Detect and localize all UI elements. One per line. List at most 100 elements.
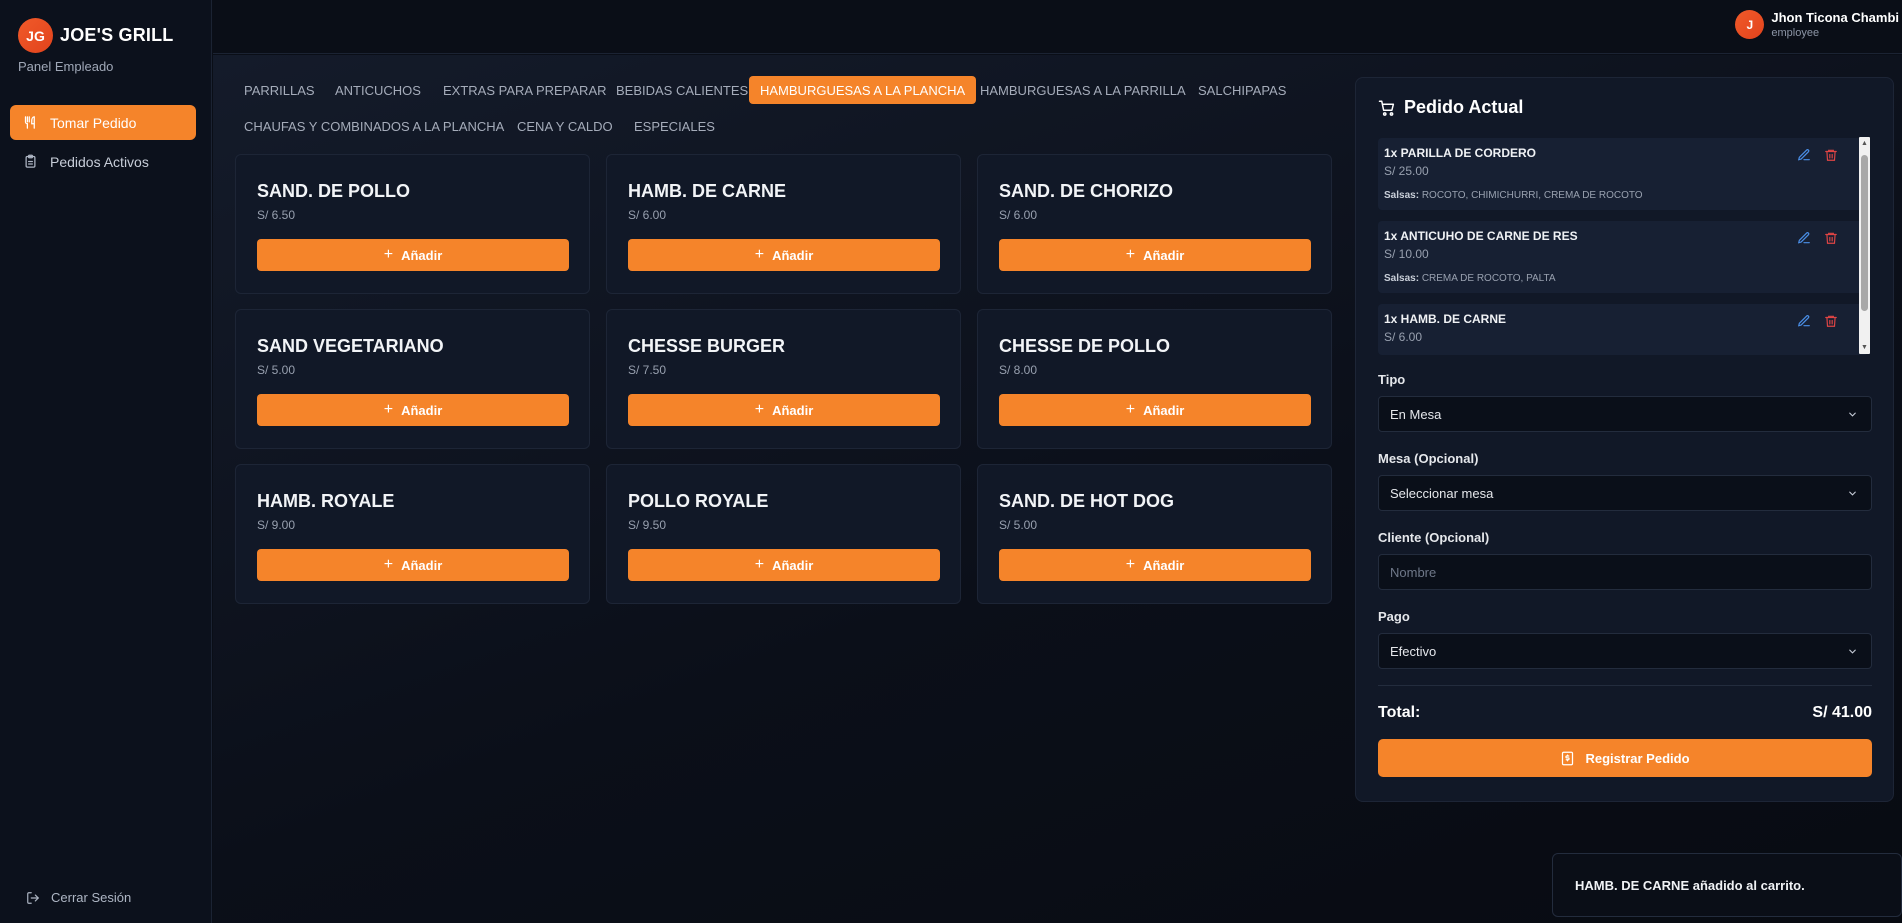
order-item-price: S/ 6.00 bbox=[1384, 330, 1423, 344]
add-button[interactable]: + Añadir bbox=[628, 394, 940, 426]
order-items-scrollbar[interactable]: ▲ ▼ bbox=[1859, 137, 1870, 354]
add-button[interactable]: + Añadir bbox=[999, 394, 1311, 426]
plus-icon: + bbox=[383, 401, 394, 418]
plus-icon: + bbox=[1125, 556, 1136, 573]
toast-message: HAMB. DE CARNE añadido al carrito. bbox=[1575, 877, 1805, 893]
product-name: CHESSE BURGER bbox=[628, 336, 786, 356]
order-title: Pedido Actual bbox=[1378, 97, 1523, 118]
product-name: POLLO ROYALE bbox=[628, 491, 769, 511]
tab-chaufas-y-combinados[interactable]: CHAUFAS Y COMBINADOS A LA PLANCHA bbox=[233, 112, 515, 140]
order-items-list[interactable]: 1x PARILLA DE CORDERO S/ 25.00 Salsas: R… bbox=[1378, 138, 1888, 355]
add-button[interactable]: + Añadir bbox=[999, 239, 1311, 271]
order-item: 1x ANTICUHO DE CARNE DE RES S/ 10.00 Sal… bbox=[1378, 221, 1868, 293]
order-item-sauces: Salsas: ROCOTO, CHIMICHURRI, CREMA DE RO… bbox=[1384, 190, 1643, 201]
product-name: HAMB. ROYALE bbox=[257, 491, 395, 511]
product-name: SAND VEGETARIANO bbox=[257, 336, 444, 356]
add-label: Añadir bbox=[1143, 402, 1185, 418]
trash-icon[interactable] bbox=[1824, 314, 1838, 328]
sauce-label: Salsas: bbox=[1384, 190, 1420, 201]
sidebar-item-pedidos-activos[interactable]: Pedidos Activos bbox=[10, 144, 196, 179]
tab-hamburguesas-a-la-parrilla[interactable]: HAMBURGUESAS A LA PARRILLA bbox=[969, 76, 1197, 104]
product-card: SAND VEGETARIANO S/ 5.00 + Añadir bbox=[235, 309, 590, 449]
cliente-input[interactable]: Nombre bbox=[1378, 554, 1872, 590]
add-button[interactable]: + Añadir bbox=[257, 394, 569, 426]
add-button[interactable]: + Añadir bbox=[999, 549, 1311, 581]
order-item-name: 1x PARILLA DE CORDERO bbox=[1384, 146, 1537, 160]
product-price: S/ 8.00 bbox=[999, 363, 1038, 377]
product-price: S/ 5.00 bbox=[257, 363, 296, 377]
tipo-value: En Mesa bbox=[1390, 406, 1442, 422]
tab-parrillas[interactable]: PARRILLAS bbox=[233, 76, 326, 104]
mesa-select[interactable]: Seleccionar mesa bbox=[1378, 475, 1872, 511]
plus-icon: + bbox=[754, 246, 765, 263]
order-item-sauces: Salsas: CREMA DE ROCOTO, PALTA bbox=[1384, 273, 1556, 284]
logout-label: Cerrar Sesión bbox=[51, 890, 132, 905]
product-price: S/ 6.00 bbox=[628, 208, 667, 222]
scroll-down-arrow[interactable]: ▼ bbox=[1861, 344, 1868, 351]
product-card: SAND. DE POLLO S/ 6.50 + Añadir bbox=[235, 154, 590, 294]
avatar: J bbox=[1735, 10, 1765, 39]
add-label: Añadir bbox=[401, 247, 443, 263]
register-order-button[interactable]: Registrar Pedido bbox=[1378, 739, 1872, 777]
product-price: S/ 9.50 bbox=[628, 518, 667, 532]
sauce-values: CREMA DE ROCOTO, PALTA bbox=[1421, 273, 1556, 284]
chevron-down-icon bbox=[1849, 412, 1856, 417]
order-item-name: 1x ANTICUHO DE CARNE DE RES bbox=[1384, 229, 1578, 243]
trash-icon[interactable] bbox=[1824, 231, 1838, 245]
scroll-thumb[interactable] bbox=[1861, 155, 1868, 311]
product-card: HAMB. DE CARNE S/ 6.00 + Añadir bbox=[606, 154, 961, 294]
tab-salchipapas[interactable]: SALCHIPAPAS bbox=[1187, 76, 1297, 104]
sidebar: JG JOE'S GRILL Panel Empleado Tomar Pedi… bbox=[0, 0, 212, 923]
add-label: Añadir bbox=[772, 247, 814, 263]
brand-name: JOE'S GRILL bbox=[60, 25, 174, 45]
cliente-label: Cliente (Opcional) bbox=[1378, 530, 1490, 545]
tab-extras-para-preparar[interactable]: EXTRAS PARA PREPARAR bbox=[432, 76, 618, 104]
add-label: Añadir bbox=[772, 402, 814, 418]
order-title-text: Pedido Actual bbox=[1404, 97, 1524, 117]
total-value: S/ 41.00 bbox=[1812, 704, 1872, 721]
chevron-down-icon bbox=[1849, 649, 1856, 654]
tab-anticuchos[interactable]: ANTICUCHOS bbox=[324, 76, 432, 104]
product-price: S/ 6.50 bbox=[257, 208, 296, 222]
sidebar-item-tomar-pedido[interactable]: Tomar Pedido bbox=[10, 105, 196, 140]
sauce-label: Salsas: bbox=[1384, 273, 1420, 284]
scroll-up-arrow[interactable]: ▲ bbox=[1861, 140, 1868, 147]
add-button[interactable]: + Añadir bbox=[628, 239, 940, 271]
receipt-icon bbox=[1562, 751, 1574, 765]
add-label: Añadir bbox=[1143, 247, 1185, 263]
product-card: SAND. DE CHORIZO S/ 6.00 + Añadir bbox=[977, 154, 1332, 294]
panel-label: Panel Empleado bbox=[18, 59, 114, 74]
product-price: S/ 5.00 bbox=[999, 518, 1038, 532]
user-menu[interactable]: J Jhon Ticona Chambi employee bbox=[1735, 10, 1899, 39]
plus-icon: + bbox=[754, 556, 765, 573]
product-price: S/ 7.50 bbox=[628, 363, 667, 377]
product-name: SAND. DE HOT DOG bbox=[999, 491, 1175, 511]
add-label: Añadir bbox=[772, 557, 814, 573]
tab-bebidas-calientes[interactable]: BEBIDAS CALIENTES bbox=[605, 76, 759, 104]
logout-button[interactable]: Cerrar Sesión bbox=[26, 890, 131, 905]
edit-icon[interactable] bbox=[1797, 314, 1811, 328]
mesa-value: Seleccionar mesa bbox=[1390, 485, 1494, 501]
utensils-icon bbox=[22, 115, 38, 131]
register-order-label: Registrar Pedido bbox=[1585, 750, 1690, 766]
edit-icon[interactable] bbox=[1797, 231, 1811, 245]
total-label: Total: bbox=[1378, 704, 1421, 721]
add-button[interactable]: + Añadir bbox=[628, 549, 940, 581]
edit-icon[interactable] bbox=[1797, 148, 1811, 162]
add-button[interactable]: + Añadir bbox=[257, 239, 569, 271]
product-price: S/ 9.00 bbox=[257, 518, 296, 532]
chevron-down-icon bbox=[1849, 491, 1856, 496]
add-button[interactable]: + Añadir bbox=[257, 549, 569, 581]
cart-icon bbox=[1378, 100, 1395, 116]
toast-notification: HAMB. DE CARNE añadido al carrito. bbox=[1552, 853, 1902, 917]
product-price: S/ 6.00 bbox=[999, 208, 1038, 222]
pago-select[interactable]: Efectivo bbox=[1378, 633, 1872, 669]
tab-hamburguesas-a-la-plancha[interactable]: HAMBURGUESAS A LA PLANCHA bbox=[749, 76, 977, 104]
tipo-select[interactable]: En Mesa bbox=[1378, 396, 1872, 432]
trash-icon[interactable] bbox=[1824, 148, 1838, 162]
tab-especiales[interactable]: ESPECIALES bbox=[623, 112, 726, 140]
plus-icon: + bbox=[1125, 246, 1136, 263]
user-name: Jhon Ticona Chambi bbox=[1771, 10, 1899, 25]
tab-cena-y-caldo[interactable]: CENA Y CALDO bbox=[506, 112, 624, 140]
cliente-placeholder: Nombre bbox=[1390, 564, 1437, 580]
